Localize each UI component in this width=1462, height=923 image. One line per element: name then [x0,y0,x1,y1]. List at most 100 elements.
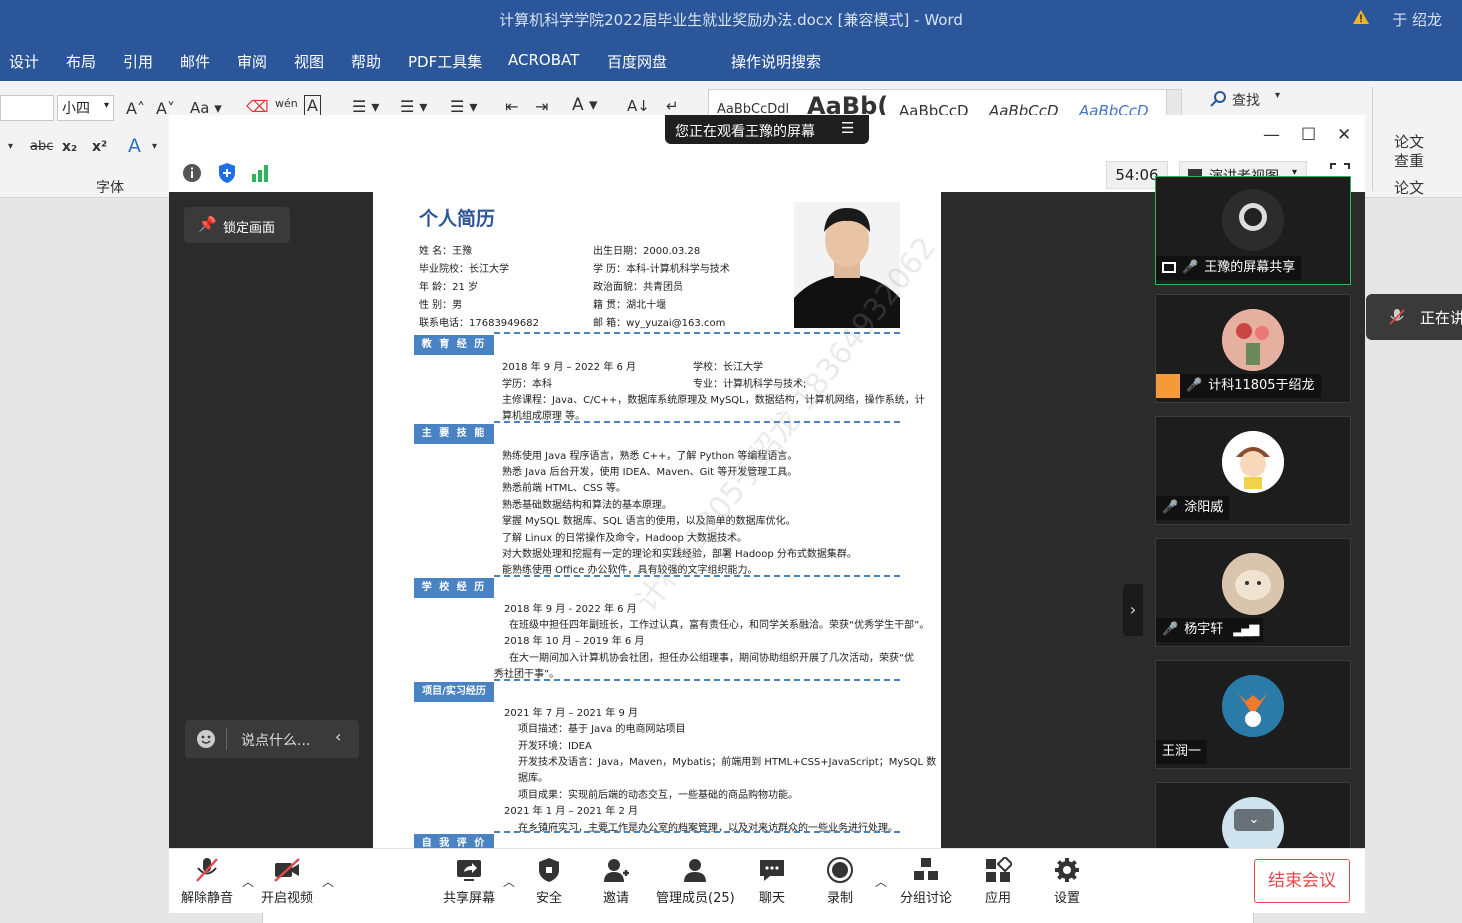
chat-quick-input[interactable]: 说点什么... ‹ [185,720,359,758]
show-marks-icon[interactable]: ↵ [666,97,679,115]
phonetic-guide-icon[interactable]: wén [275,97,298,110]
chevron-left-icon[interactable]: ‹ [335,727,341,746]
text-effects-icon[interactable]: A [128,135,141,157]
close-icon[interactable]: ✕ [1337,125,1351,145]
security-button[interactable]: 安全 [535,857,563,906]
participant-tile[interactable]: 🎤 计科11805于绍龙 [1155,294,1351,403]
paper-check-label-1[interactable]: 论文 [1394,131,1424,152]
participant-tile[interactable]: 🎤 杨宇轩 ▂▄▆ [1155,538,1351,647]
info-icon[interactable] [182,163,202,183]
divider [226,728,227,750]
record-button[interactable]: 录制 [826,857,854,906]
tab-references[interactable]: 引用 [123,51,153,72]
minimize-icon[interactable]: — [1263,125,1280,145]
superscript-icon[interactable]: x² [92,139,107,155]
decrease-indent-icon[interactable]: ⇤ [505,97,518,116]
chevron-up-icon[interactable]: ︿ [503,873,515,890]
multilevel-list-icon[interactable]: ☰ ▾ [450,97,477,116]
chevron-up-icon[interactable]: ︿ [242,873,254,890]
chevron-down-icon[interactable]: ▾ [8,141,13,152]
font-group-label: 字体 [96,180,124,196]
participant-name: 🎤 计科11805于绍龙 [1156,374,1321,398]
apps-button[interactable]: 应用 [984,857,1012,906]
subscript-icon[interactable]: x₂ [62,139,77,155]
project-line: 项目描述：基于 Java 的电商网站项目 [518,724,686,735]
font-size-dropdown[interactable]: 小四 ▾ [57,95,114,121]
lock-view-label: 锁定画面 [223,221,276,236]
strikethrough-icon[interactable]: abc [30,139,53,154]
participants-panel[interactable]: 🎤 王豫的屏幕共享 🎤 计科11805于绍龙 🎤 涂阳威 🎤 杨宇轩 ▂▄▆ 王… [1143,176,1365,862]
tab-pdf-tools[interactable]: PDF工具集 [408,51,482,72]
bullets-icon[interactable]: ☰ ▾ [352,97,379,116]
mic-muted-icon: 🎤 [1162,622,1179,637]
invite-label: 邀请 [602,891,629,906]
tab-review[interactable]: 审阅 [237,51,267,72]
grow-font-icon[interactable]: A˄ [126,99,145,118]
participant-tile[interactable]: 王润一 [1155,660,1351,769]
clear-format-icon[interactable]: ⌫ [246,97,269,116]
sort-icon[interactable]: A↓ [627,97,650,115]
screen-share-icon [1162,262,1176,273]
paper-check-label-2[interactable]: 查重 [1394,150,1424,171]
increase-indent-icon[interactable]: ⇥ [535,97,548,116]
participant-name: 🎤 涂阳威 [1156,496,1230,520]
chevron-down-icon[interactable]: ▾ [152,141,157,152]
tab-view[interactable]: 视图 [294,51,324,72]
chevron-up-icon[interactable]: ︿ [875,873,887,890]
resume-info: 姓 名：王豫 [419,246,473,257]
start-video-button[interactable]: 开启视频 [261,857,313,906]
warning-icon[interactable] [1352,9,1370,25]
unmute-button[interactable]: 解除静音 [181,857,233,906]
tab-help[interactable]: 帮助 [351,51,381,72]
chat-icon [760,860,784,881]
breakout-icon [914,858,938,880]
tab-acrobat[interactable]: ACROBAT [508,51,579,69]
tab-design[interactable]: 设计 [9,51,39,72]
invite-button[interactable]: 邀请 [602,857,630,906]
shared-screen-stage[interactable]: 个人简历 姓 名：王豫 出生日期：2000.03.28 毕业院校：长江大学 学 … [169,192,1143,848]
numbering-icon[interactable]: ☰ ▾ [400,97,427,116]
resume-info: 学 历：本科-计算机科学与技术 [593,264,730,275]
char-border-icon[interactable]: A [304,95,321,116]
tab-baidu-netdisk[interactable]: 百度网盘 [607,51,667,72]
account-name[interactable]: 于 绍龙 [1392,9,1442,30]
chat-button[interactable]: 聊天 [758,857,786,906]
cartoon-girl-avatar-icon [1222,431,1284,493]
school-line: 秀社团干事”。 [494,669,560,680]
chevron-up-icon[interactable]: ︿ [322,873,334,890]
meeting-toolbar: 解除静音 ︿ 开启视频 ︿ 共享屏幕 ︿ 安全 邀请 管理成员(25) 聊天 录… [169,848,1365,913]
section-school: 学 校 经 历 [414,578,494,598]
find-chevron-icon[interactable]: ▾ [1275,90,1280,101]
share-screen-icon [457,860,481,881]
manage-members-button[interactable]: 管理成员(25) [656,857,735,906]
maximize-icon[interactable]: ☐ [1301,125,1316,145]
section-projects: 项目/实习经历 [414,682,494,702]
breakout-button[interactable]: 分组讨论 [900,857,952,906]
find-button[interactable]: 查找 [1232,90,1260,110]
security-shield-icon[interactable] [217,162,237,184]
lock-view-button[interactable]: 📌 锁定画面 [184,207,290,243]
scroll-down-icon[interactable]: ⌄ [1234,809,1274,831]
project-line: 开发技术及语言：Java，Maven，Mybatis；前端用到 HTML+CSS… [518,757,937,768]
share-screen-button[interactable]: 共享屏幕 [443,857,495,906]
settings-button[interactable]: 设置 [1053,857,1081,906]
tell-me-search[interactable]: 操作说明搜索 [731,51,821,72]
share-banner[interactable]: 您正在观看王豫的屏幕 ☰ [665,115,869,144]
shared-document-page: 个人简历 姓 名：王豫 出生日期：2000.03.28 毕业院校：长江大学 学 … [373,192,941,848]
participant-tile[interactable]: 🎤 王豫的屏幕共享 [1155,176,1351,285]
fox-avatar-icon [1222,675,1284,737]
avatar [1222,309,1284,371]
participant-tile[interactable]: 🎤 涂阳威 [1155,416,1351,525]
manage-members-label: 管理成员(25) [656,891,735,906]
menu-icon[interactable]: ☰ [841,119,854,137]
emoji-icon[interactable] [196,729,216,749]
chinese-layout-icon[interactable]: A ▾ [572,95,598,115]
signal-icon[interactable] [250,164,270,182]
font-name-dropdown[interactable] [0,95,54,121]
share-banner-text: 您正在观看王豫的屏幕 [675,124,815,140]
tab-mailings[interactable]: 邮件 [180,51,210,72]
tab-layout[interactable]: 布局 [66,51,96,72]
end-meeting-button[interactable]: 结束会议 [1254,859,1350,903]
collapse-panel-button[interactable]: › [1123,584,1143,636]
resume-info: 籍 贯：湖北十堰 [593,300,667,311]
